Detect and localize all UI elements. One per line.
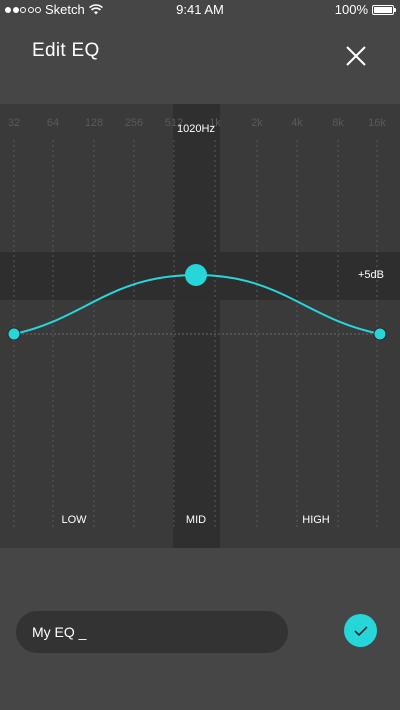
eq-panel: 32 64 128 256 512 1k 2k 4k 8k 16k 1020Hz +5dB LOW…: [0, 104, 400, 548]
high-handle[interactable]: [373, 327, 387, 341]
frequency-label-8k: 8k: [332, 117, 344, 129]
eq-name-value: My EQ _: [32, 624, 87, 640]
frequency-label-4k: 4k: [291, 117, 303, 129]
close-button[interactable]: [342, 42, 370, 70]
page-title: Edit EQ: [32, 40, 100, 61]
battery-percentage: 100%: [334, 2, 368, 17]
band-label-high[interactable]: HIGH: [302, 514, 330, 526]
frequency-label-128: 128: [85, 117, 103, 129]
frequency-label-32: 32: [8, 117, 20, 129]
close-icon: [346, 46, 366, 66]
confirm-button[interactable]: [344, 614, 377, 647]
eq-graph: 32 64 128 256 512 1k 2k 4k 8k 16k 1020Hz +5dB LOW…: [0, 104, 400, 548]
check-icon: [353, 625, 368, 636]
frequency-label-2k: 2k: [251, 117, 263, 129]
gain-label: +5dB: [358, 269, 384, 281]
selected-frequency-label: 1020Hz: [177, 123, 215, 135]
status-bar: Sketch 9:41 AM 100%: [0, 0, 400, 20]
frequency-label-256: 256: [125, 117, 143, 129]
mid-handle[interactable]: [185, 264, 207, 286]
low-handle[interactable]: [7, 327, 21, 341]
frequency-label-64: 64: [47, 117, 59, 129]
status-right: 100%: [334, 2, 396, 17]
eq-name-input[interactable]: My EQ _: [16, 611, 288, 653]
band-label-mid[interactable]: MID: [186, 514, 206, 526]
battery-icon: [372, 4, 396, 15]
selected-band-column: [173, 104, 220, 548]
band-label-low[interactable]: LOW: [61, 514, 87, 526]
frequency-label-16k: 16k: [368, 117, 386, 129]
